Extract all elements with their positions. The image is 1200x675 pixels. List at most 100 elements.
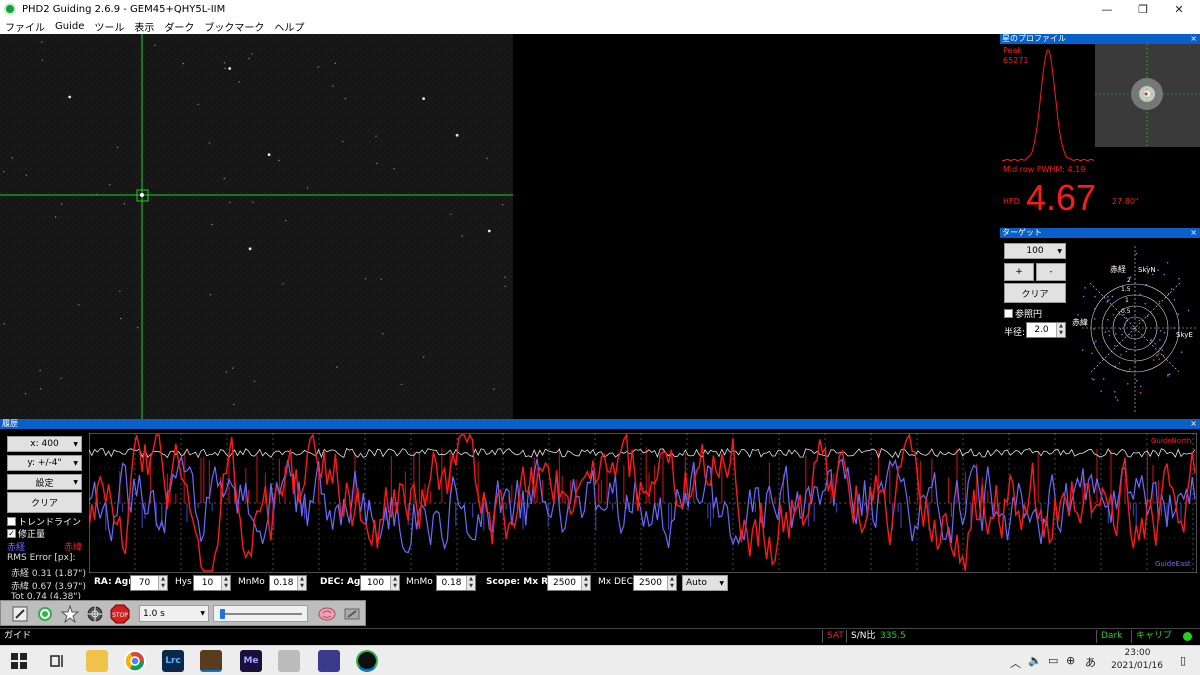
lightroom-icon[interactable]: Lrc xyxy=(162,650,184,672)
hys-value: 10 xyxy=(201,578,214,588)
target-header: ターゲット × xyxy=(1000,228,1200,238)
stop-button[interactable]: STOP xyxy=(109,604,131,624)
camera-image-view[interactable] xyxy=(0,34,513,419)
chrome-icon[interactable] xyxy=(124,650,146,672)
ref-circle-checkbox[interactable] xyxy=(1004,309,1013,318)
correction-label: 修正量 xyxy=(18,530,46,540)
app-thumbnail-icon[interactable] xyxy=(200,650,222,672)
scope-pointer-button[interactable] xyxy=(341,604,363,624)
menu-view[interactable]: 表示 xyxy=(134,19,154,34)
radius-spinner[interactable]: 2.0 ▲ ▼ xyxy=(1026,322,1066,338)
gamma-slider[interactable] xyxy=(213,605,308,622)
ring-label-2: 2 xyxy=(1127,277,1131,284)
history-header: 履歴 × xyxy=(0,419,1200,429)
ra-agr-spinner[interactable]: 70 ▲ ▼ xyxy=(130,575,168,591)
connection-indicator-icon xyxy=(1183,632,1192,641)
target-skye-label: SkyE xyxy=(1176,331,1193,339)
star-icon xyxy=(61,605,79,623)
target-zoom-select[interactable]: 100 ▼ xyxy=(1004,243,1066,259)
volume-icon[interactable]: 🔈 xyxy=(1028,654,1042,667)
camera-empty-area xyxy=(513,34,998,419)
history-close-button[interactable]: × xyxy=(1190,419,1197,429)
chevron-down-icon: ▼ xyxy=(200,610,205,617)
media-encoder-icon[interactable]: Me xyxy=(240,650,262,672)
usb-plug-icon xyxy=(12,606,28,622)
chevron-down-icon: ▼ xyxy=(73,459,78,467)
target-clear-button[interactable]: クリア xyxy=(1004,283,1066,303)
guide-button[interactable] xyxy=(84,604,106,624)
dec-mode-select[interactable]: Auto ▼ xyxy=(682,575,728,591)
ring-label-1-5: 1.5 xyxy=(1121,286,1131,293)
clock-date[interactable]: 2021/01/16 xyxy=(1104,661,1170,671)
mx-ra-spinner[interactable]: 2500 ▲ ▼ xyxy=(547,575,591,591)
exposure-value: 1.0 s xyxy=(143,608,165,619)
target-header-title: ターゲット xyxy=(1002,228,1042,237)
correction-checkbox[interactable]: ✓ xyxy=(7,529,16,538)
title-bar: PHD2 Guiding 2.6.9 - GEM45+QHY5L-IIM — ❐… xyxy=(0,0,1200,18)
ime-icon[interactable]: あ xyxy=(1085,654,1096,670)
stellarium-icon[interactable] xyxy=(318,650,340,672)
mount-app-icon[interactable] xyxy=(278,650,300,672)
mx-dec-spinner[interactable]: 2500 ▲ ▼ xyxy=(633,575,677,591)
window-title: PHD2 Guiding 2.6.9 - GEM45+QHY5L-IIM xyxy=(22,3,226,15)
dec-mnmo-spinner[interactable]: 0.18 ▲ ▼ xyxy=(436,575,476,591)
hys-spinner[interactable]: 10 ▲ ▼ xyxy=(193,575,231,591)
menu-guide[interactable]: Guide xyxy=(55,21,84,32)
dec-agr-spinner[interactable]: 100 ▲ ▼ xyxy=(360,575,400,591)
dec-legend: 赤緯 xyxy=(64,543,83,553)
target-zoom-in-button[interactable]: + xyxy=(1004,263,1034,281)
target-skyn-label: SkyN xyxy=(1138,266,1156,274)
clock-time[interactable]: 23:00 xyxy=(1110,648,1165,658)
history-settings-select[interactable]: 設定 ▼ xyxy=(7,474,82,490)
minimize-button[interactable]: — xyxy=(1090,0,1124,18)
windows-taskbar: Lrc Me ︿ 🔈 ▭ ⊕ あ 23:00 2021/01/16 ▯ xyxy=(0,645,1200,675)
hfd-label: HFD xyxy=(1003,197,1020,206)
trendline-checkbox[interactable] xyxy=(7,517,16,526)
x-scale-select[interactable]: x: 400 ▼ xyxy=(7,436,82,452)
exposure-select[interactable]: 1.0 s ▼ xyxy=(139,605,209,622)
restore-button[interactable]: ❐ xyxy=(1126,0,1160,18)
network-icon[interactable]: ▭ xyxy=(1048,654,1058,667)
target-close-button[interactable]: × xyxy=(1190,228,1197,238)
fwhm-text: Mid row FWHM: 4.19 xyxy=(1003,165,1086,174)
settings-label: 設定 xyxy=(35,478,54,489)
spin-arrows-icon: ▲ ▼ xyxy=(667,576,676,590)
profile-close-button[interactable]: × xyxy=(1190,34,1197,44)
tray-chevron-icon[interactable]: ︿ xyxy=(1010,655,1021,671)
slider-thumb[interactable] xyxy=(220,609,225,619)
globe-icon[interactable]: ⊕ xyxy=(1066,654,1075,667)
y-scale-select[interactable]: y: +/-4" ▼ xyxy=(7,455,82,471)
spin-arrows-icon: ▲ ▼ xyxy=(1056,323,1065,337)
file-explorer-icon[interactable] xyxy=(86,650,108,672)
ra-mnmo-spinner[interactable]: 0.18 ▲ ▼ xyxy=(269,575,307,591)
menu-help[interactable]: ヘルプ xyxy=(274,19,304,34)
radius-label: 半径: xyxy=(1004,328,1026,338)
menu-file[interactable]: ファイル xyxy=(5,19,45,34)
dec-mnmo-label: MnMo xyxy=(406,577,433,587)
target-dec-label: 赤緯 xyxy=(1072,317,1088,327)
connect-gear-button[interactable] xyxy=(9,604,31,624)
status-calib: キャリブ xyxy=(1131,630,1176,643)
close-button[interactable]: ✕ xyxy=(1162,0,1196,18)
auto-select-star-button[interactable] xyxy=(59,604,81,624)
scope-mx-ra-label: Scope: Mx RA xyxy=(486,577,556,587)
history-clear-button[interactable]: クリア xyxy=(7,492,82,513)
task-view-icon[interactable] xyxy=(46,650,68,672)
loop-button[interactable] xyxy=(34,604,56,624)
target-plot: 赤経 SkyN SkyE 赤緯 2 1.5 1 0.5 xyxy=(1072,246,1198,414)
guide-north-label: GuideNorth xyxy=(1151,437,1191,445)
brain-settings-button[interactable] xyxy=(316,604,338,624)
status-sat: SAT xyxy=(822,630,848,643)
rms-title: RMS Error [px]: xyxy=(7,553,76,563)
chevron-down-icon: ▼ xyxy=(73,478,78,486)
phd2-taskbar-icon[interactable] xyxy=(356,650,378,672)
radius-value: 2.0 xyxy=(1034,325,1049,335)
menu-dark[interactable]: ダーク xyxy=(164,19,194,34)
ra-legend: 赤経 xyxy=(7,543,26,553)
brain-icon xyxy=(318,607,336,621)
target-zoom-out-button[interactable]: - xyxy=(1036,263,1066,281)
menu-tools[interactable]: ツール xyxy=(94,19,124,34)
notification-icon[interactable]: ▯ xyxy=(1180,654,1186,667)
menu-bookmarks[interactable]: ブックマーク xyxy=(204,19,264,34)
windows-start-icon[interactable] xyxy=(8,650,30,672)
